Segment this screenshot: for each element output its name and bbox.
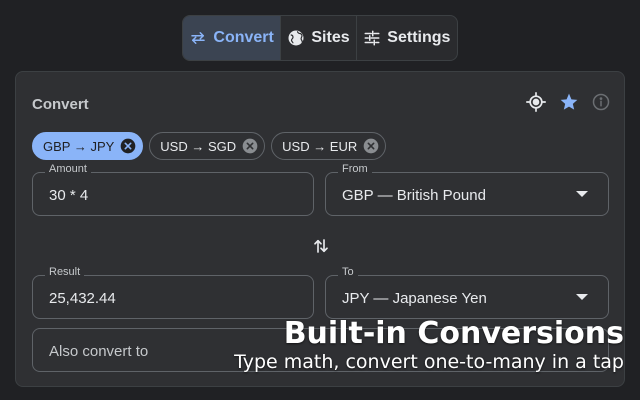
promo-title: Built-in Conversions bbox=[283, 316, 624, 351]
close-icon[interactable] bbox=[242, 138, 258, 154]
tab-convert-label: Convert bbox=[213, 29, 274, 46]
chip-usd-sgd[interactable]: USD → SGD bbox=[149, 132, 266, 160]
also-convert-placeholder: Also convert to bbox=[49, 343, 149, 360]
tab-settings-label: Settings bbox=[387, 29, 451, 46]
to-currency-select[interactable]: To JPY — Japanese Yen bbox=[325, 266, 609, 319]
from-currency-select[interactable]: From GBP — British Pound bbox=[325, 163, 609, 216]
close-icon[interactable] bbox=[120, 138, 136, 154]
from-label: From bbox=[338, 163, 372, 175]
chip-gbp-jpy[interactable]: GBP → JPY bbox=[32, 132, 144, 160]
sliders-icon bbox=[363, 29, 381, 47]
chip-label: USD → SGD bbox=[160, 138, 237, 154]
tab-sites[interactable]: Sites bbox=[281, 16, 357, 60]
amount-value: 30 * 4 bbox=[49, 187, 89, 204]
promo-caption: Built-in Conversions Type math, convert … bbox=[234, 318, 624, 374]
tab-sites-label: Sites bbox=[311, 29, 350, 46]
globe-icon bbox=[287, 29, 305, 47]
chip-label: USD → EUR bbox=[282, 138, 358, 154]
card-title: Convert bbox=[32, 96, 89, 113]
card-actions bbox=[526, 92, 610, 112]
target-icon[interactable] bbox=[526, 92, 546, 112]
tab-settings[interactable]: Settings bbox=[357, 16, 457, 60]
promo-subtitle: Type math, convert one-to-many in a tap bbox=[234, 351, 624, 373]
caret-down-icon bbox=[576, 191, 588, 197]
chip-label: GBP → JPY bbox=[43, 138, 115, 154]
star-icon[interactable] bbox=[559, 92, 579, 112]
caret-down-icon bbox=[576, 294, 588, 300]
amount-field[interactable]: Amount 30 * 4 bbox=[32, 163, 314, 216]
to-label: To bbox=[338, 266, 358, 278]
swap-horizontal-icon bbox=[189, 29, 207, 47]
result-field[interactable]: Result 25,432.44 bbox=[32, 266, 314, 319]
tab-bar: Convert Sites Settings bbox=[182, 15, 458, 61]
result-label: Result bbox=[45, 266, 85, 278]
favorite-pairs: GBP → JPY USD → SGD USD → EUR bbox=[32, 132, 387, 160]
tab-convert[interactable]: Convert bbox=[183, 16, 282, 60]
from-value: GBP — British Pound bbox=[342, 187, 486, 204]
amount-label: Amount bbox=[45, 163, 91, 175]
swap-vertical-icon[interactable] bbox=[312, 237, 330, 255]
chip-usd-eur[interactable]: USD → EUR bbox=[271, 132, 387, 160]
to-value: JPY — Japanese Yen bbox=[342, 290, 487, 307]
result-value: 25,432.44 bbox=[49, 290, 116, 307]
close-icon[interactable] bbox=[363, 138, 379, 154]
info-icon[interactable] bbox=[592, 93, 610, 111]
